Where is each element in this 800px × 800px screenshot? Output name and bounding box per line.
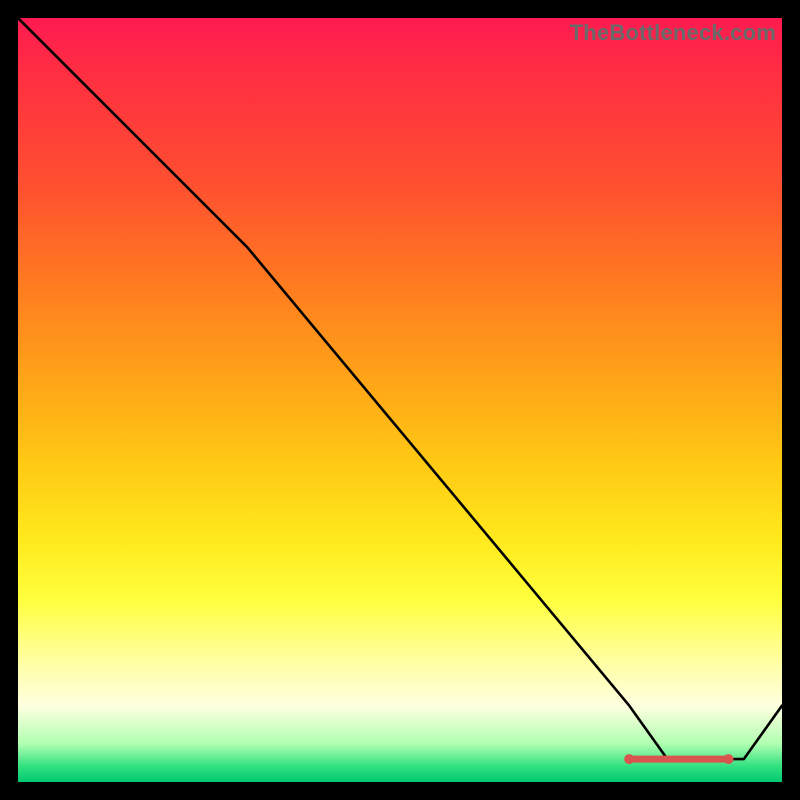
series-line xyxy=(18,18,782,759)
chart-svg xyxy=(18,18,782,782)
marker-dot-left xyxy=(624,754,634,764)
marker-dot-right xyxy=(724,754,734,764)
chart-container: TheBottleneck.com xyxy=(0,0,800,800)
plot-area: TheBottleneck.com xyxy=(18,18,782,782)
